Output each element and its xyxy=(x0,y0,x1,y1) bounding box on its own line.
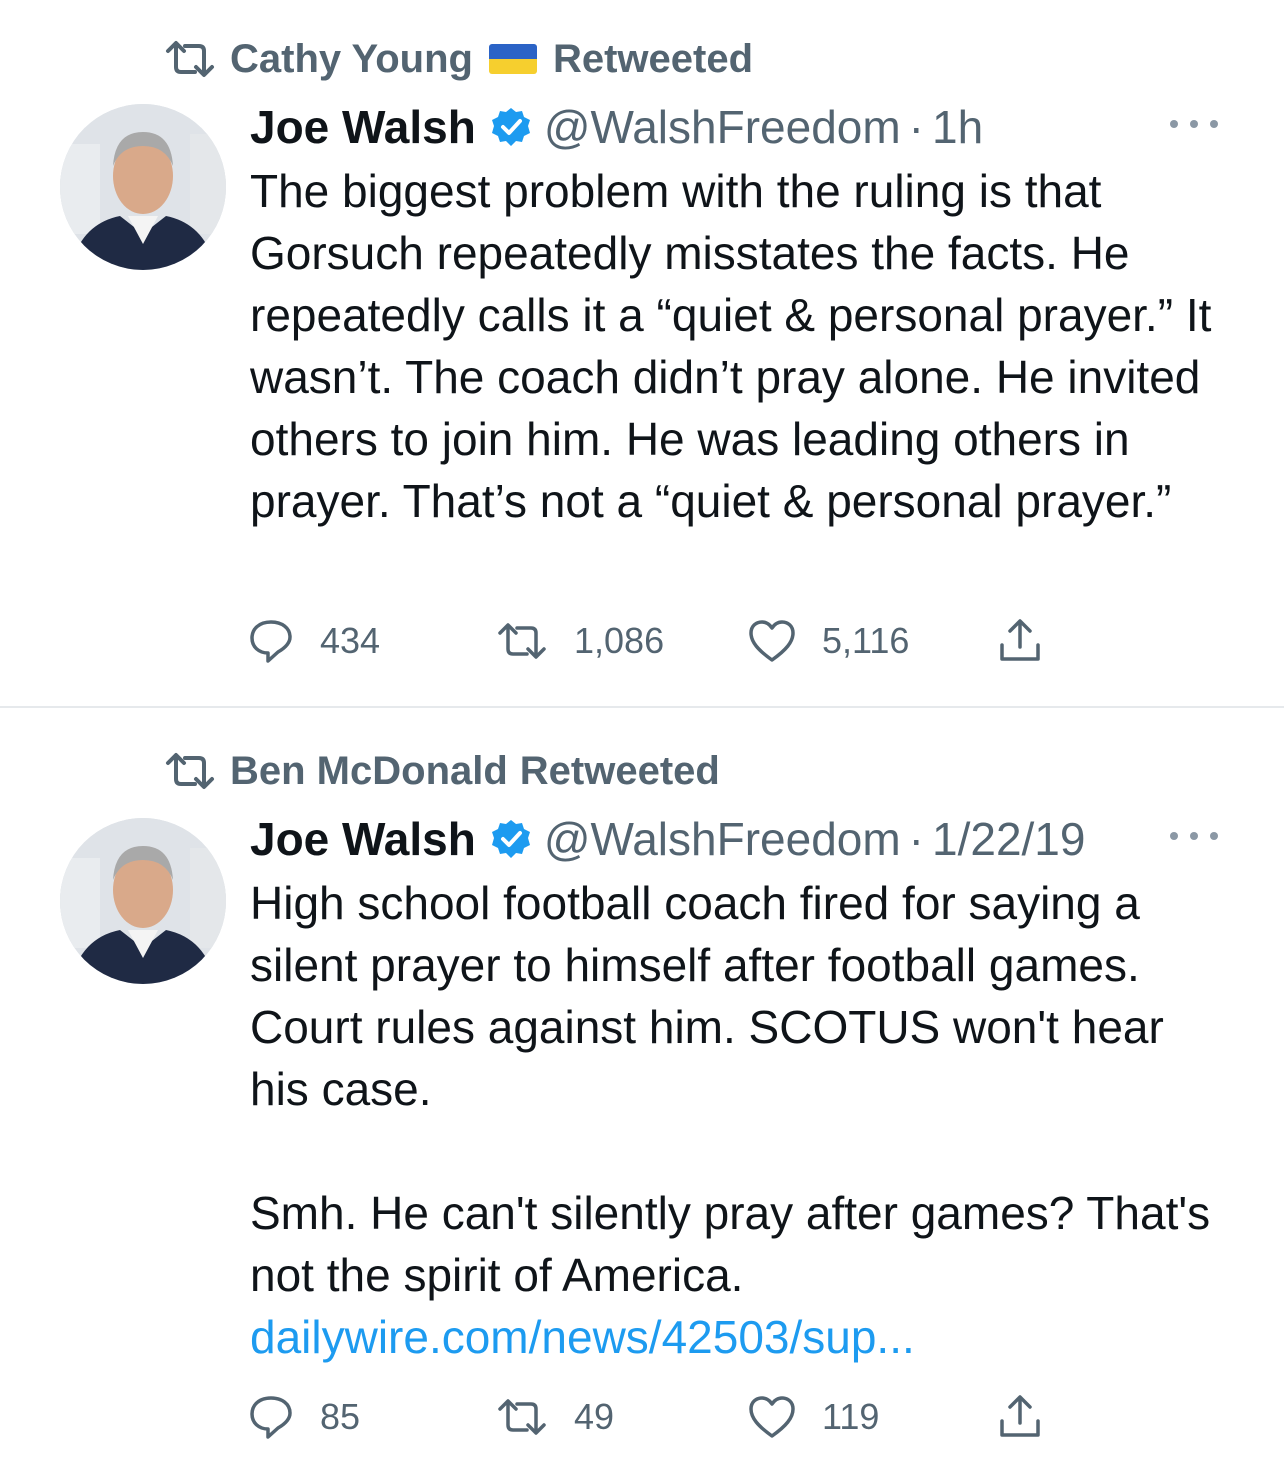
retweet-button[interactable]: 49 xyxy=(496,1392,614,1442)
avatar[interactable] xyxy=(60,104,226,270)
share-icon xyxy=(996,1393,1044,1441)
tweet-actions: 85 49 119 xyxy=(248,1392,1068,1442)
retweet-icon xyxy=(164,36,230,82)
verified-badge-icon xyxy=(490,106,532,148)
retweeted-label: Retweeted xyxy=(552,36,754,81)
like-count: 5,116 xyxy=(822,620,910,661)
reply-button[interactable]: 434 xyxy=(248,616,380,666)
retweet-button[interactable]: 1,086 xyxy=(496,616,664,666)
more-options-icon[interactable] xyxy=(1170,114,1218,134)
retweeter-name[interactable]: Ben McDonald xyxy=(230,749,508,794)
tweet-text: High school football coach fired for say… xyxy=(250,877,1211,1301)
tweet[interactable]: Cathy Young Retweeted Joe Walsh @WalshFr… xyxy=(0,0,1284,706)
heart-icon xyxy=(748,1395,796,1439)
verified-badge-icon xyxy=(490,818,532,860)
retweet-context: Ben McDonald Retweeted xyxy=(164,748,720,794)
retweet-icon xyxy=(164,748,230,794)
tweet-timestamp[interactable]: 1/22/19 xyxy=(932,812,1085,866)
tweet-actions: 434 1,086 5,116 xyxy=(248,616,1068,666)
avatar[interactable] xyxy=(60,818,226,984)
author-name[interactable]: Joe Walsh xyxy=(250,812,476,866)
author-handle[interactable]: @WalshFreedom xyxy=(544,812,901,866)
retweet-count: 1,086 xyxy=(574,620,665,661)
share-icon xyxy=(996,617,1044,665)
ukraine-flag-icon xyxy=(488,44,537,74)
reply-button[interactable]: 85 xyxy=(248,1392,360,1442)
author-handle[interactable]: @WalshFreedom xyxy=(544,100,901,154)
tweet-timestamp[interactable]: 1h xyxy=(932,100,983,154)
share-button[interactable] xyxy=(996,616,1044,666)
author-name[interactable]: Joe Walsh xyxy=(250,100,476,154)
like-button[interactable]: 119 xyxy=(748,1392,879,1442)
reply-icon xyxy=(248,618,294,664)
reply-count: 85 xyxy=(320,1396,361,1437)
retweet-context: Cathy Young Retweeted xyxy=(164,36,753,82)
like-count: 119 xyxy=(822,1396,880,1437)
retweet-count: 49 xyxy=(574,1396,615,1437)
share-button[interactable] xyxy=(996,1392,1044,1442)
retweeter-name[interactable]: Cathy Young xyxy=(230,37,473,82)
retweet-icon xyxy=(496,1397,548,1437)
tweet[interactable]: Ben McDonald Retweeted Joe Walsh @WalshF… xyxy=(0,708,1284,1463)
more-options-icon[interactable] xyxy=(1170,826,1218,846)
separator-dot: · xyxy=(908,101,924,153)
like-button[interactable]: 5,116 xyxy=(748,616,909,666)
tweet-header: Joe Walsh @WalshFreedom · 1/22/19 xyxy=(250,810,1230,868)
reply-count: 434 xyxy=(320,620,381,661)
tweet-header: Joe Walsh @WalshFreedom · 1h xyxy=(250,98,1230,156)
tweet-text: The biggest problem with the ruling is t… xyxy=(250,165,1225,527)
tweet-link[interactable]: dailywire.com/news/42503/sup... xyxy=(250,1306,1230,1368)
retweet-icon xyxy=(496,621,548,661)
separator-dot: · xyxy=(908,813,924,865)
reply-icon xyxy=(248,1394,294,1440)
retweeted-label: Retweeted xyxy=(519,748,720,793)
heart-icon xyxy=(748,619,796,663)
